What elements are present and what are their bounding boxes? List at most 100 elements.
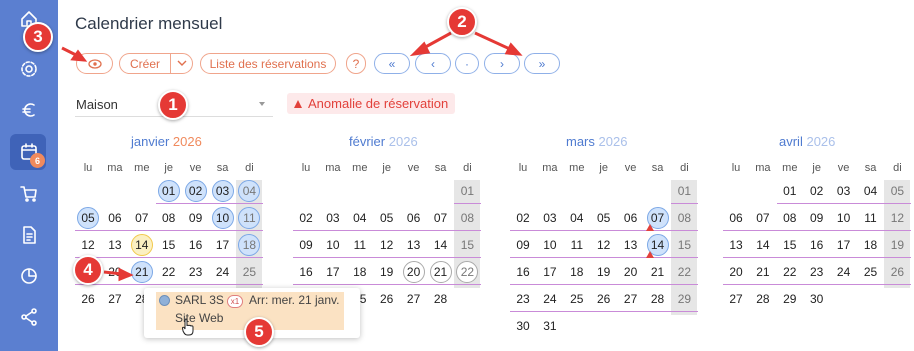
reservations-list-button[interactable]: Liste des réservations (200, 53, 336, 74)
calendar-day[interactable]: 02 (183, 180, 209, 202)
calendar-day[interactable]: 22 (777, 261, 803, 283)
calendar-day[interactable]: 27 (401, 288, 427, 310)
calendar-day[interactable]: 05 (591, 207, 617, 229)
calendar-day[interactable]: 15 (671, 234, 697, 256)
calendar-day[interactable]: 26 (374, 288, 400, 310)
nav-next-button[interactable]: › (484, 53, 520, 74)
calendar-day[interactable]: 01 (671, 180, 697, 202)
calendar-day[interactable]: 23 (183, 261, 209, 283)
calendar-day[interactable]: 03 (210, 180, 236, 202)
calendar-day[interactable]: 13 (723, 234, 749, 256)
calendar-day[interactable]: 09 (510, 234, 536, 256)
calendar-day[interactable]: 07 (750, 207, 776, 229)
help-button[interactable]: ? (346, 53, 366, 74)
calendar-day[interactable]: 17 (537, 261, 563, 283)
calendar-day[interactable]: 29 (671, 288, 697, 310)
calendar-day[interactable]: 26 (75, 288, 101, 310)
calendar-day[interactable]: 18 (347, 261, 373, 283)
calendar-day[interactable]: 01 (156, 180, 182, 202)
calendar-day[interactable]: 20 (618, 261, 644, 283)
calendar-day[interactable]: 05 (884, 180, 910, 202)
calendar-day[interactable]: 27 (618, 288, 644, 310)
calendar-day[interactable]: 06 (723, 207, 749, 229)
euro-icon[interactable] (15, 96, 43, 124)
calendar-day[interactable]: 04 (347, 207, 373, 229)
calendar-day[interactable]: 11 (858, 207, 884, 229)
calendar-day[interactable]: 28 (750, 288, 776, 310)
calendar-day[interactable]: 24 (831, 261, 857, 283)
share-icon[interactable] (15, 303, 43, 331)
calendar-day[interactable]: 12 (374, 234, 400, 256)
calendar-day[interactable]: 17 (831, 234, 857, 256)
calendar-day[interactable]: 22 (156, 261, 182, 283)
calendar-day[interactable]: 07 (129, 207, 155, 229)
calendar-day[interactable]: 14 (750, 234, 776, 256)
calendar-day[interactable]: 09 (804, 207, 830, 229)
calendar-day[interactable]: 27 (723, 288, 749, 310)
calendar-day[interactable]: 07 (428, 207, 454, 229)
calendar-day[interactable]: 10 (537, 234, 563, 256)
calendar-day[interactable]: 24 (210, 261, 236, 283)
calendar-day[interactable]: 30 (510, 315, 536, 337)
calendar-day[interactable]: 05 (374, 207, 400, 229)
calendar-day[interactable]: 14 (129, 234, 155, 256)
calendar-day[interactable]: 03 (831, 180, 857, 202)
calendar-day[interactable]: 21 (129, 261, 155, 283)
calendar-day[interactable]: 10 (831, 207, 857, 229)
calendar-day[interactable]: 16 (183, 234, 209, 256)
calendar-day[interactable]: 25 (564, 288, 590, 310)
calendar-day[interactable]: 06 (401, 207, 427, 229)
pie-chart-icon[interactable] (15, 262, 43, 290)
calendar-day[interactable]: 30 (804, 288, 830, 310)
calendar-day[interactable]: 22 (454, 261, 480, 283)
nav-today-button[interactable]: · (455, 53, 479, 74)
calendar-day[interactable]: 09 (183, 207, 209, 229)
calendar-day[interactable]: 25 (236, 261, 262, 283)
calendar-day[interactable]: 29 (777, 288, 803, 310)
calendar-day[interactable]: 13 (401, 234, 427, 256)
calendar-day[interactable]: 02 (293, 207, 319, 229)
calendar-day[interactable]: 12 (591, 234, 617, 256)
nav-prev-button[interactable]: ‹ (415, 53, 451, 74)
calendar-day[interactable]: 19 (374, 261, 400, 283)
calendar-day[interactable]: 08 (671, 207, 697, 229)
calendar-day[interactable]: 04 (236, 180, 262, 202)
calendar-day[interactable]: 10 (320, 234, 346, 256)
calendar-day[interactable]: 21 (750, 261, 776, 283)
calendar-day[interactable]: 09 (293, 234, 319, 256)
calendar-day[interactable]: 06 (102, 207, 128, 229)
calendar-day[interactable]: 25 (858, 261, 884, 283)
calendar-day[interactable]: 02 (510, 207, 536, 229)
calendar-day[interactable]: 06 (618, 207, 644, 229)
calendar-day[interactable]: 20 (401, 261, 427, 283)
calendar-day[interactable]: 11 (564, 234, 590, 256)
calendar-day[interactable]: 16 (804, 234, 830, 256)
calendar-day[interactable]: 11 (347, 234, 373, 256)
calendar-day[interactable]: 26 (884, 261, 910, 283)
view-toggle-button[interactable] (76, 53, 113, 74)
calendar-day[interactable]: 12 (884, 207, 910, 229)
calendar-day[interactable]: 27 (102, 288, 128, 310)
calendar-day[interactable]: 23 (510, 288, 536, 310)
nav-last-button[interactable]: » (524, 53, 560, 74)
calendar-day[interactable]: 08 (454, 207, 480, 229)
calendar-day[interactable]: 31 (537, 315, 563, 337)
calendar-day[interactable]: 12 (75, 234, 101, 256)
calendar-day[interactable]: 22 (671, 261, 697, 283)
calendar-day[interactable]: 18 (858, 234, 884, 256)
calendar-day[interactable]: 03 (320, 207, 346, 229)
calendar-day[interactable]: 19 (591, 261, 617, 283)
calendar-day[interactable]: 13 (102, 234, 128, 256)
calendar-day[interactable]: 03 (537, 207, 563, 229)
calendar-day[interactable]: 13 (618, 234, 644, 256)
calendar-day[interactable]: 20 (102, 261, 128, 283)
calendar-day[interactable]: 08 (777, 207, 803, 229)
chevron-down-icon[interactable] (177, 60, 187, 67)
calendar-day[interactable]: 01 (454, 180, 480, 202)
calendar-day[interactable]: 26 (591, 288, 617, 310)
calendar-day[interactable]: 17 (320, 261, 346, 283)
calendar-day[interactable]: 02 (804, 180, 830, 202)
document-icon[interactable] (15, 221, 43, 249)
calendar-day[interactable]: 19 (884, 234, 910, 256)
calendar-day[interactable]: 28 (645, 288, 671, 310)
